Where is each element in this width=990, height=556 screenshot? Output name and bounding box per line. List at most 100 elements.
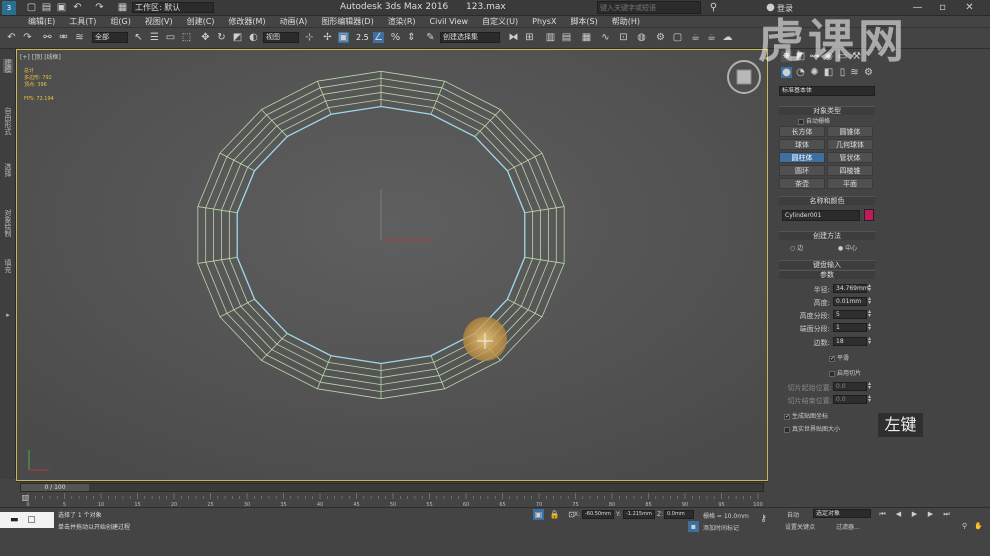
undo-icon[interactable]: ↶ bbox=[6, 32, 17, 43]
torus-button[interactable]: 圆环 bbox=[779, 165, 825, 176]
scale-icon[interactable]: ◩ bbox=[232, 32, 243, 43]
height-segments-input[interactable]: 5 bbox=[833, 310, 867, 319]
creation-center-radio[interactable]: ● 中心 bbox=[838, 243, 857, 252]
percent-snap-icon[interactable]: % bbox=[390, 32, 401, 43]
track-bar[interactable]: 0 5 10 15 20 25 30 35 40 45 50 55 60 65 70 75 80 85 90 95 10… bbox=[20, 493, 764, 507]
add-time-tag[interactable]: 添加时间标记 bbox=[703, 523, 739, 532]
time-slider[interactable]: 0 / 100 bbox=[20, 483, 764, 492]
tube-button[interactable]: 管状体 bbox=[827, 152, 873, 163]
edit-named-sel-icon[interactable]: ✎ bbox=[425, 32, 436, 43]
render-icon[interactable]: ☕ bbox=[690, 32, 701, 43]
place-icon[interactable]: ◐ bbox=[248, 32, 259, 43]
shapes-icon[interactable]: ◔ bbox=[795, 67, 806, 78]
strip-modeling[interactable]: 建模 bbox=[3, 59, 13, 73]
x-coordinate[interactable]: -60.50mm bbox=[582, 510, 614, 519]
menu-customize[interactable]: 自定义(U) bbox=[482, 16, 518, 27]
slice-on-check-icon[interactable] bbox=[829, 370, 835, 377]
menu-edit[interactable]: 编辑(E) bbox=[28, 16, 55, 27]
maximize-icon[interactable]: ▫ bbox=[937, 2, 948, 13]
teapot-button[interactable]: 茶壶 bbox=[779, 178, 825, 189]
reference-coord-dropdown[interactable]: 视图 bbox=[263, 32, 299, 43]
render-iterative-icon[interactable]: ☕ bbox=[706, 32, 717, 43]
smooth-check-icon[interactable]: ✓ bbox=[829, 355, 835, 362]
select-object-icon[interactable]: ↖ bbox=[133, 32, 144, 43]
time-slider-thumb[interactable]: 0 / 100 bbox=[21, 484, 89, 491]
box-button[interactable]: 长方体 bbox=[779, 126, 825, 137]
strip-populate[interactable]: 填充 bbox=[3, 259, 13, 273]
search-icon[interactable]: ⚲ bbox=[708, 2, 719, 13]
keyboard-shortcut-icon[interactable]: ▣ bbox=[338, 32, 349, 43]
menu-help[interactable]: 帮助(H) bbox=[612, 16, 640, 27]
slice-to-input[interactable]: 0.0 bbox=[833, 395, 867, 404]
height-segments-spinner[interactable]: ▴ ▾ bbox=[868, 309, 873, 319]
name-color-header[interactable]: 名称和颜色 bbox=[779, 196, 875, 205]
filters-button[interactable]: 过滤器... bbox=[836, 522, 860, 531]
pan-icon[interactable]: ✋ bbox=[973, 521, 984, 532]
sphere-button[interactable]: 球体 bbox=[779, 139, 825, 150]
real-world-checkbox[interactable]: 真实世界贴图大小 bbox=[784, 424, 840, 433]
menu-graph-editors[interactable]: 图形编辑器(D) bbox=[321, 16, 373, 27]
menu-rendering[interactable]: 渲染(R) bbox=[388, 16, 416, 27]
new-icon[interactable]: ▢ bbox=[26, 2, 37, 13]
spinner-snap-icon[interactable]: ⇕ bbox=[406, 32, 417, 43]
rect-region-icon[interactable]: ▭ bbox=[165, 32, 176, 43]
lights-icon[interactable]: ✺ bbox=[809, 67, 820, 78]
keyboard-entry-header[interactable]: 键盘输入 bbox=[779, 260, 875, 269]
set-key-button[interactable]: 设置关键点 bbox=[785, 522, 815, 531]
creation-edge-radio[interactable]: ○ 边 bbox=[790, 243, 803, 252]
scene-explorer-icon[interactable]: ▤ bbox=[561, 32, 572, 43]
geometry-icon[interactable]: ● bbox=[781, 67, 792, 78]
close-icon[interactable]: ✕ bbox=[964, 2, 975, 13]
goto-start-icon[interactable]: ⏮ bbox=[877, 509, 888, 520]
search-box[interactable] bbox=[597, 1, 701, 14]
strip-object-paint[interactable]: 对象绘制 bbox=[3, 209, 13, 237]
link-icon[interactable]: ⚯ bbox=[42, 32, 53, 43]
layer-icon[interactable]: ▥ bbox=[545, 32, 556, 43]
gen-uv-check-icon[interactable]: ✓ bbox=[784, 413, 790, 420]
goto-end-icon[interactable]: ⏭ bbox=[941, 509, 952, 520]
render-setup-icon[interactable]: ⚙ bbox=[655, 32, 666, 43]
sides-input[interactable]: 18 bbox=[833, 337, 867, 346]
menu-scripting[interactable]: 脚本(S) bbox=[570, 16, 597, 27]
spacewarps-icon[interactable]: ≋ bbox=[849, 67, 860, 78]
open-icon[interactable]: ▤ bbox=[41, 2, 52, 13]
sides-spinner[interactable]: ▴ ▾ bbox=[868, 336, 873, 346]
menu-physx[interactable]: PhysX bbox=[532, 17, 556, 26]
menu-tools[interactable]: 工具(T) bbox=[69, 16, 96, 27]
schematic-icon[interactable]: ⊡ bbox=[618, 32, 629, 43]
auto-key-button[interactable]: 自动 bbox=[787, 510, 799, 519]
object-color-swatch[interactable] bbox=[864, 209, 874, 221]
cone-button[interactable]: 圆锥体 bbox=[827, 126, 873, 137]
strip-freeform[interactable]: 自由形式 bbox=[3, 107, 13, 135]
strip-selection[interactable]: 选择 bbox=[3, 163, 13, 177]
menu-views[interactable]: 视图(V) bbox=[145, 16, 173, 27]
select-by-name-icon[interactable]: ☰ bbox=[149, 32, 160, 43]
isolate-icon[interactable]: ▣ bbox=[533, 509, 544, 520]
pyramid-button[interactable]: 四棱锥 bbox=[827, 165, 873, 176]
render-frame-icon[interactable]: ▢ bbox=[672, 32, 683, 43]
autogrid-checkbox[interactable]: 自动栅格 bbox=[798, 116, 830, 125]
viewport-top[interactable]: [+] [顶] [线框] 总计 多边形: 792 顶点: 396 FPS: 72… bbox=[16, 49, 768, 481]
autogrid-check-icon[interactable] bbox=[798, 118, 804, 125]
y-coordinate[interactable]: -1.215mm bbox=[623, 510, 655, 519]
parameters-header[interactable]: 参数 bbox=[779, 270, 875, 279]
plane-button[interactable]: 平面 bbox=[827, 178, 873, 189]
workspace-dropdown[interactable]: 工作区: 默认 bbox=[132, 2, 214, 13]
real-world-check-icon[interactable] bbox=[784, 426, 790, 433]
align-icon[interactable]: ⊞ bbox=[524, 32, 535, 43]
a360-icon[interactable]: ☁ bbox=[722, 32, 733, 43]
cylinder-button[interactable]: 圆柱体 bbox=[779, 152, 825, 163]
menu-create[interactable]: 创建(C) bbox=[187, 16, 215, 27]
height-spinner[interactable]: ▴ ▾ bbox=[868, 296, 873, 306]
app-logo[interactable]: 3 bbox=[2, 1, 16, 15]
curve-editor-icon[interactable]: ∿ bbox=[600, 32, 611, 43]
selection-filter-dropdown[interactable]: 全部 bbox=[92, 32, 128, 43]
cap-segments-input[interactable]: 1 bbox=[833, 323, 867, 332]
viewport-canvas[interactable] bbox=[17, 50, 767, 480]
lock-selection-icon[interactable]: 🔒 bbox=[549, 509, 560, 520]
cameras-icon[interactable]: ◧ bbox=[823, 67, 834, 78]
creation-method-header[interactable]: 创建方法 bbox=[779, 231, 875, 240]
time-tag-icon[interactable]: ▪ bbox=[688, 521, 699, 532]
redo-icon[interactable]: ↷ bbox=[22, 32, 33, 43]
systems-icon[interactable]: ⚙ bbox=[863, 67, 874, 78]
